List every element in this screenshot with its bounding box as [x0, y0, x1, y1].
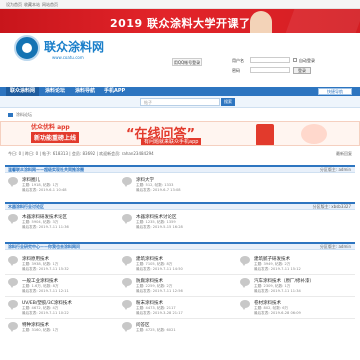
- banner-decoration: [285, 9, 360, 33]
- forum-bubble-icon: [8, 300, 18, 310]
- forum-stats: 主题: 4725, 帖数: 6021: [136, 328, 176, 332]
- app-banner-ad[interactable]: 优众优料 app 新功能重磅上线 “在线问答” 有问题就来联众手机app: [0, 121, 360, 146]
- forum-stats: 主题: 3160, 帖数: 1万: [22, 328, 59, 332]
- bookmark-link[interactable]: 收藏本站: [24, 2, 40, 8]
- section-moderator: 分区版主: admin: [319, 244, 351, 249]
- forum-last-post[interactable]: 最后发表: 2019-7-11 14:50: [136, 267, 183, 272]
- banner-person-image: [250, 11, 272, 33]
- forum-search-input[interactable]: 帖子: [140, 98, 220, 106]
- forum-last-post[interactable]: 最后发表: 2019-6-28 06:09: [254, 311, 301, 316]
- nav-item-app[interactable]: 手机APP: [104, 87, 125, 96]
- forum-bubble-icon: [122, 322, 132, 332]
- forum-last-post[interactable]: 最后发表: 2019-6-1 10:48: [22, 188, 67, 193]
- forum-bubble-icon: [240, 256, 250, 266]
- forum-bubble-icon: [122, 300, 132, 310]
- set-homepage-link[interactable]: 设为首页: [6, 2, 22, 8]
- login-button[interactable]: 登录: [293, 67, 311, 74]
- forum-last-post[interactable]: 最后发表: 2019-7-11 11:34: [254, 289, 301, 294]
- phone-icon: [256, 124, 274, 145]
- section-title[interactable]: 木器涂料行业讨论区: [8, 204, 44, 210]
- banner2-app-title: 优众优料 app: [31, 124, 70, 131]
- forum-bubble-icon: [240, 278, 250, 288]
- forum-last-post[interactable]: 最后发表: 2019-7-11 15:32: [22, 267, 69, 272]
- banner2-new-feature: 新功能重磅上线: [31, 132, 80, 143]
- forum-bubble-icon: [8, 177, 18, 187]
- row-divider: [5, 318, 355, 319]
- quick-nav-button[interactable]: 快捷导航: [318, 88, 352, 95]
- top-utility-bar: 设为首页 收藏本站 网站首页: [0, 0, 360, 9]
- forum-last-post[interactable]: 最后发表: 2019-7-11 12:11: [22, 289, 69, 294]
- section-header: 涂料行业研究中心——你我也去涂料网问 分区版主: admin: [5, 242, 355, 250]
- banner-headline: 2019 联众涂料大学开课了！: [110, 17, 262, 30]
- username-label: 用户名: [232, 58, 244, 63]
- forum-bubble-icon: [122, 214, 132, 224]
- forum-bubble-icon: [122, 177, 132, 187]
- forum-last-post[interactable]: 最后发表: 2019-7-11 11:36: [22, 225, 69, 230]
- auto-login-label: 自动登录: [299, 58, 315, 63]
- forum-bubble-icon: [122, 278, 132, 288]
- row-divider: [5, 296, 355, 297]
- password-label: 密码: [232, 68, 240, 73]
- nav-item-directory[interactable]: 涂料导航: [75, 87, 95, 96]
- nav-item-forum[interactable]: 涂料论坛: [45, 87, 65, 96]
- section-header: 温馨联众涂料网——超级实现社共同推涂圈 分区版主: admin: [5, 165, 355, 173]
- forum-bubble-icon: [8, 322, 18, 332]
- username-input[interactable]: [250, 57, 290, 63]
- forum-bubble-icon: [8, 214, 18, 224]
- home-icon[interactable]: [8, 113, 13, 117]
- forum-bubble-icon: [8, 256, 18, 266]
- logo-emblem-icon[interactable]: [14, 35, 40, 61]
- forum-last-post[interactable]: 最后发表: 2019-3-28 21:17: [136, 311, 183, 316]
- forum-last-post[interactable]: 最后发表: 2019-6-7 13:08: [136, 188, 181, 193]
- section-moderator: 分区版主: admin: [319, 167, 351, 172]
- forum-stats: 今日: 0 | 昨日: 0 | 帖子: 618313 | 会员: 83692 |…: [8, 151, 154, 156]
- section-title[interactable]: 涂料行业研究中心——你我也去涂料网问: [8, 244, 80, 250]
- nav-item-home[interactable]: 联众涂料网: [6, 87, 40, 96]
- breadcrumb-forum[interactable]: 涂料论坛: [16, 112, 32, 117]
- site-home-link[interactable]: 网站首页: [42, 2, 58, 8]
- password-input[interactable]: [250, 67, 290, 73]
- forum-last-post[interactable]: 最后发表: 2019-7-11 12:56: [136, 289, 183, 294]
- section-header: 木器涂料行业讨论区 分区版主: xbsb3327: [5, 202, 355, 210]
- auto-login-checkbox[interactable]: [293, 58, 297, 62]
- forum-last-post[interactable]: 最后发表: 2019-7-11 15:12: [254, 267, 301, 272]
- forum-bubble-icon: [240, 300, 250, 310]
- speech-bubble-icon: [301, 124, 327, 144]
- qq-login-button[interactable]: 用QQ帐号登录: [172, 58, 202, 66]
- breadcrumb: 涂料论坛: [8, 112, 32, 118]
- forum-last-post[interactable]: 最后发表: 2019-5-15 16:28: [136, 225, 183, 230]
- top-banner-ad[interactable]: 2019 联众涂料大学开课了！: [0, 9, 360, 33]
- logo-url: www.coatu.com: [52, 55, 84, 60]
- forum-bubble-icon: [8, 278, 18, 288]
- search-button[interactable]: 搜索: [221, 98, 235, 106]
- forum-bubble-icon: [122, 256, 132, 266]
- logo-text[interactable]: 联众涂料网: [44, 38, 104, 55]
- row-divider: [5, 274, 355, 275]
- banner2-subtext: 有问题就来联众手机app: [141, 138, 202, 145]
- section-moderator: 分区版主: xbsb3327: [312, 204, 351, 209]
- section-title[interactable]: 温馨联众涂料网——超级实现社共同推涂圈: [8, 167, 84, 173]
- main-nav: 联众涂料网 涂料论坛 涂料导航 手机APP 快捷导航: [0, 87, 360, 96]
- forum-last-post[interactable]: 最后发表: 2019-7-11 10:22: [22, 311, 69, 316]
- latest-replies-link[interactable]: 最新回复: [336, 151, 352, 157]
